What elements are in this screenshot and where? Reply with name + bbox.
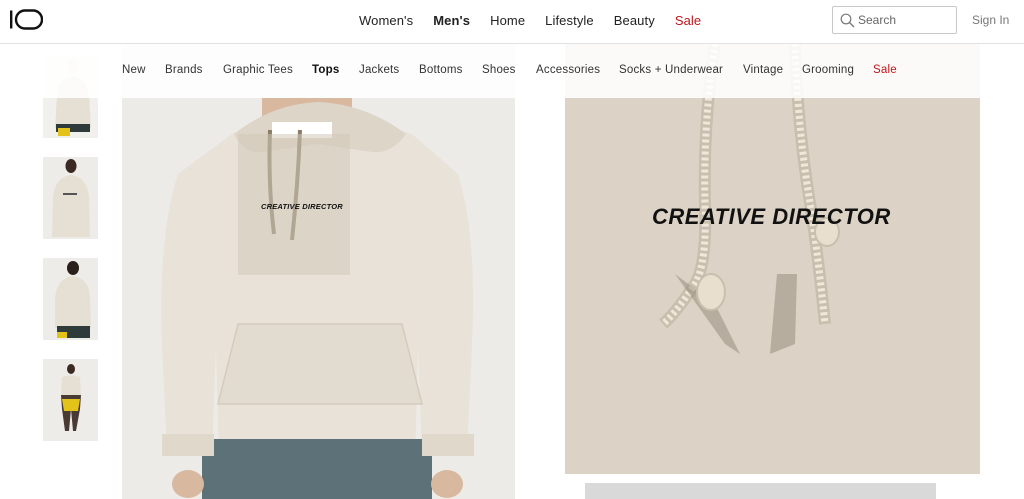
search-input[interactable]	[858, 11, 954, 29]
search-icon[interactable]	[840, 13, 855, 28]
subnav-jackets[interactable]: Jackets	[359, 64, 399, 76]
subnav-shoes[interactable]: Shoes	[482, 64, 516, 76]
product-main-image[interactable]: CREATIVE DIRECTOR	[122, 44, 515, 499]
nav-sale[interactable]: Sale	[675, 13, 701, 28]
nav-lifestyle[interactable]: Lifestyle	[545, 13, 594, 28]
subnav-sale[interactable]: Sale	[873, 64, 897, 76]
product-thumbnail-4[interactable]	[43, 359, 98, 441]
subnav-vintage[interactable]: Vintage	[743, 64, 783, 76]
product-thumbnail-2[interactable]	[43, 157, 98, 239]
subnav-grooming[interactable]: Grooming	[802, 64, 854, 76]
subnav-brands[interactable]: Brands	[165, 64, 203, 76]
product-thumbnail-3[interactable]	[43, 258, 98, 340]
nav-beauty[interactable]: Beauty	[614, 13, 655, 28]
subnav-tops[interactable]: Tops	[312, 64, 339, 76]
nav-home[interactable]: Home	[490, 13, 525, 28]
category-subnav: New Brands Graphic Tees Tops Jackets Bot…	[0, 44, 1024, 98]
subnav-new[interactable]: New	[122, 64, 146, 76]
product-zoom-image[interactable]: CREATIVE DIRECTOR	[565, 44, 980, 474]
hoodie-graphic-text-large: CREATIVE DIRECTOR	[652, 204, 891, 229]
main-nav: Women's Men's Home Lifestyle Beauty Sale	[359, 13, 721, 28]
subnav-graphic-tees[interactable]: Graphic Tees	[223, 64, 293, 76]
nav-mens[interactable]: Men's	[433, 13, 470, 28]
search-box	[832, 6, 957, 34]
subnav-bottoms[interactable]: Bottoms	[419, 64, 463, 76]
subnav-accessories[interactable]: Accessories	[536, 64, 600, 76]
subnav-socks-underwear[interactable]: Socks + Underwear	[619, 64, 723, 76]
hoodie-graphic-text-small: CREATIVE DIRECTOR	[261, 202, 343, 211]
site-header: Women's Men's Home Lifestyle Beauty Sale…	[0, 0, 1024, 44]
sign-in-link[interactable]: Sign In	[972, 13, 1009, 27]
brand-logo[interactable]	[9, 9, 43, 30]
nav-womens[interactable]: Women's	[359, 13, 413, 28]
product-info-strip	[585, 483, 936, 499]
